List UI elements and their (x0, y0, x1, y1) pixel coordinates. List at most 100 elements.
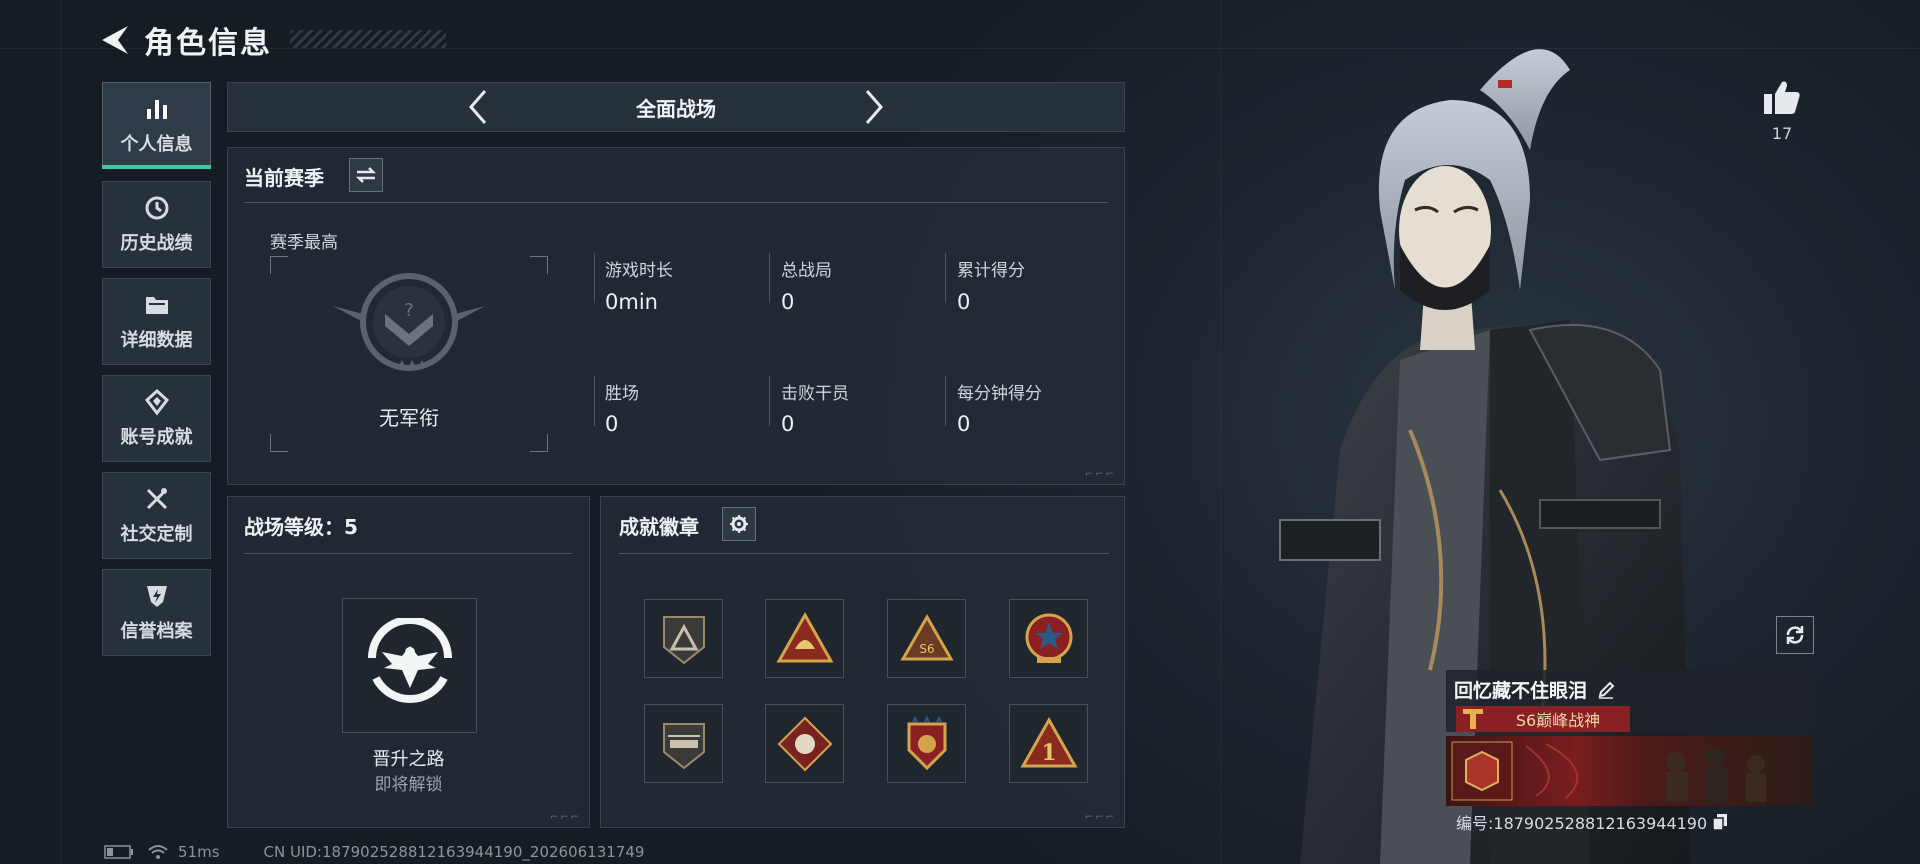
stat-value: 0min (605, 290, 658, 314)
sidebar-item-label: 信誉档案 (120, 621, 193, 642)
wifi-icon (148, 845, 168, 859)
frame-corner (530, 256, 548, 274)
player-card: 回忆藏不住眼泪 S6巅峰战神 编号:187902528812163944190 (1446, 670, 1814, 836)
edit-icon[interactable] (1597, 681, 1615, 699)
svg-text:1: 1 (1041, 740, 1056, 766)
achievement-icon (144, 388, 169, 416)
stat-label: 累计得分 (957, 261, 1025, 281)
achievement-badge[interactable]: 1 (1009, 704, 1088, 783)
switch-season-button[interactable] (349, 158, 383, 192)
stat-value: 0 (957, 412, 971, 436)
stat-label: 总战局 (781, 261, 832, 281)
bar-chart-icon (146, 100, 167, 119)
badge-6-icon (777, 716, 832, 771)
sidebar-item-label: 历史战绩 (120, 233, 193, 254)
card-name-row: 回忆藏不住眼泪 (1454, 676, 1615, 703)
level-title: 战场等级：5 (244, 515, 358, 539)
player-id: 编号:187902528812163944190 (1456, 814, 1708, 833)
sidebar-item-detail-data[interactable]: 详细数据 (102, 278, 211, 365)
badge-8-icon: 1 (1019, 716, 1078, 767)
next-mode-button[interactable] (861, 88, 887, 126)
stat-value: 0 (781, 290, 795, 314)
season-best-label: 赛季最高 (270, 233, 338, 253)
divider (594, 376, 595, 426)
card-banner[interactable] (1446, 736, 1814, 806)
swap-icon (355, 167, 377, 183)
sidebar-item-label: 详细数据 (120, 330, 193, 351)
shield-icon (146, 586, 167, 607)
sidebar-item-social-custom[interactable]: 社交定制 (102, 472, 211, 559)
promotion-reward-box[interactable] (342, 598, 477, 733)
badge-5-icon (662, 722, 705, 769)
tools-icon (146, 488, 167, 510)
achievement-badge[interactable] (765, 704, 844, 783)
divider (594, 253, 595, 303)
divider (769, 376, 770, 426)
badges-panel: 成就徽章 S6 1 ⌐⌐⌐ (600, 496, 1125, 828)
folder-icon (145, 297, 168, 314)
reward-name: 晋升之路 (372, 749, 445, 770)
rank-emblem-icon: ? (333, 273, 485, 371)
uid-text: CN UID:187902528812163944190_20260613174… (263, 843, 645, 861)
stat-value: 0 (605, 412, 619, 436)
refresh-button[interactable] (1776, 616, 1814, 654)
rank-name: 无军衔 (379, 406, 439, 430)
reward-status: 即将解锁 (374, 775, 443, 795)
like-count: 17 (1771, 124, 1793, 143)
season-title: 当前赛季 (244, 166, 324, 190)
eagle-emblem-icon (367, 617, 452, 703)
grid-line (60, 0, 61, 864)
achievement-badge[interactable]: S6 (887, 599, 966, 678)
chevron-left-icon (469, 90, 487, 124)
sidebar-item-achievements[interactable]: 账号成就 (102, 375, 211, 462)
prev-mode-button[interactable] (465, 88, 491, 126)
corner-decoration: ⌐⌐⌐ (549, 812, 581, 823)
mode-title: 全面战场 (636, 96, 716, 121)
divider (244, 202, 1108, 203)
player-name: 回忆藏不住眼泪 (1454, 680, 1588, 702)
history-icon (145, 196, 168, 220)
badges-title: 成就徽章 (619, 515, 699, 539)
like-control[interactable]: 17 (1758, 78, 1806, 143)
achievement-badge[interactable] (1009, 599, 1088, 678)
player-title-text: S6巅峰战神 (1515, 711, 1601, 730)
thumbs-up-icon (1764, 81, 1800, 114)
achievement-badge[interactable] (644, 599, 723, 678)
divider (769, 253, 770, 303)
season-panel: 当前赛季 赛季最高 ? 无军衔 游戏时长 0min 总战局 0 累计得分 0 胜… (227, 147, 1125, 485)
battery-icon (104, 845, 133, 859)
badge-settings-button[interactable] (722, 507, 756, 541)
achievement-badge[interactable] (644, 704, 723, 783)
frame-corner (270, 434, 288, 452)
card-id-row: 编号:187902528812163944190 (1456, 810, 1728, 834)
sidebar-item-history[interactable]: 历史战绩 (102, 181, 211, 268)
svg-text:S6: S6 (919, 642, 934, 656)
frame-corner (530, 434, 548, 452)
divider (244, 553, 572, 554)
sidebar-item-credit[interactable]: 信誉档案 (102, 569, 211, 656)
level-panel: 战场等级：5 晋升之路 即将解锁 ⌐⌐⌐ (227, 496, 590, 828)
sidebar-item-label: 个人信息 (120, 134, 193, 155)
ping-value: 51ms (178, 843, 220, 861)
achievement-badge[interactable] (765, 599, 844, 678)
stat-label: 胜场 (605, 384, 639, 404)
achievement-badge[interactable] (887, 704, 966, 783)
stat-value: 0 (957, 290, 971, 314)
divider (945, 253, 946, 303)
svg-text:?: ? (404, 300, 414, 321)
header-hatch-decoration (290, 30, 446, 48)
mode-switcher: 全面战场 (227, 82, 1125, 132)
corner-decoration: ⌐⌐⌐ (1084, 469, 1116, 480)
sidebar-item-personal-info[interactable]: 个人信息 (102, 82, 211, 169)
badge-7-icon (907, 715, 946, 770)
badge-2-icon (775, 611, 834, 662)
badge-3-icon: S6 (899, 613, 954, 660)
chevron-right-icon (865, 90, 883, 124)
sidebar-item-label: 账号成就 (120, 427, 193, 448)
gear-icon (730, 515, 748, 533)
grid-line (1220, 0, 1221, 864)
back-icon[interactable] (98, 23, 132, 57)
copy-icon[interactable] (1713, 814, 1728, 830)
page-title: 角色信息 (144, 26, 272, 61)
stat-label: 每分钟得分 (957, 384, 1042, 404)
